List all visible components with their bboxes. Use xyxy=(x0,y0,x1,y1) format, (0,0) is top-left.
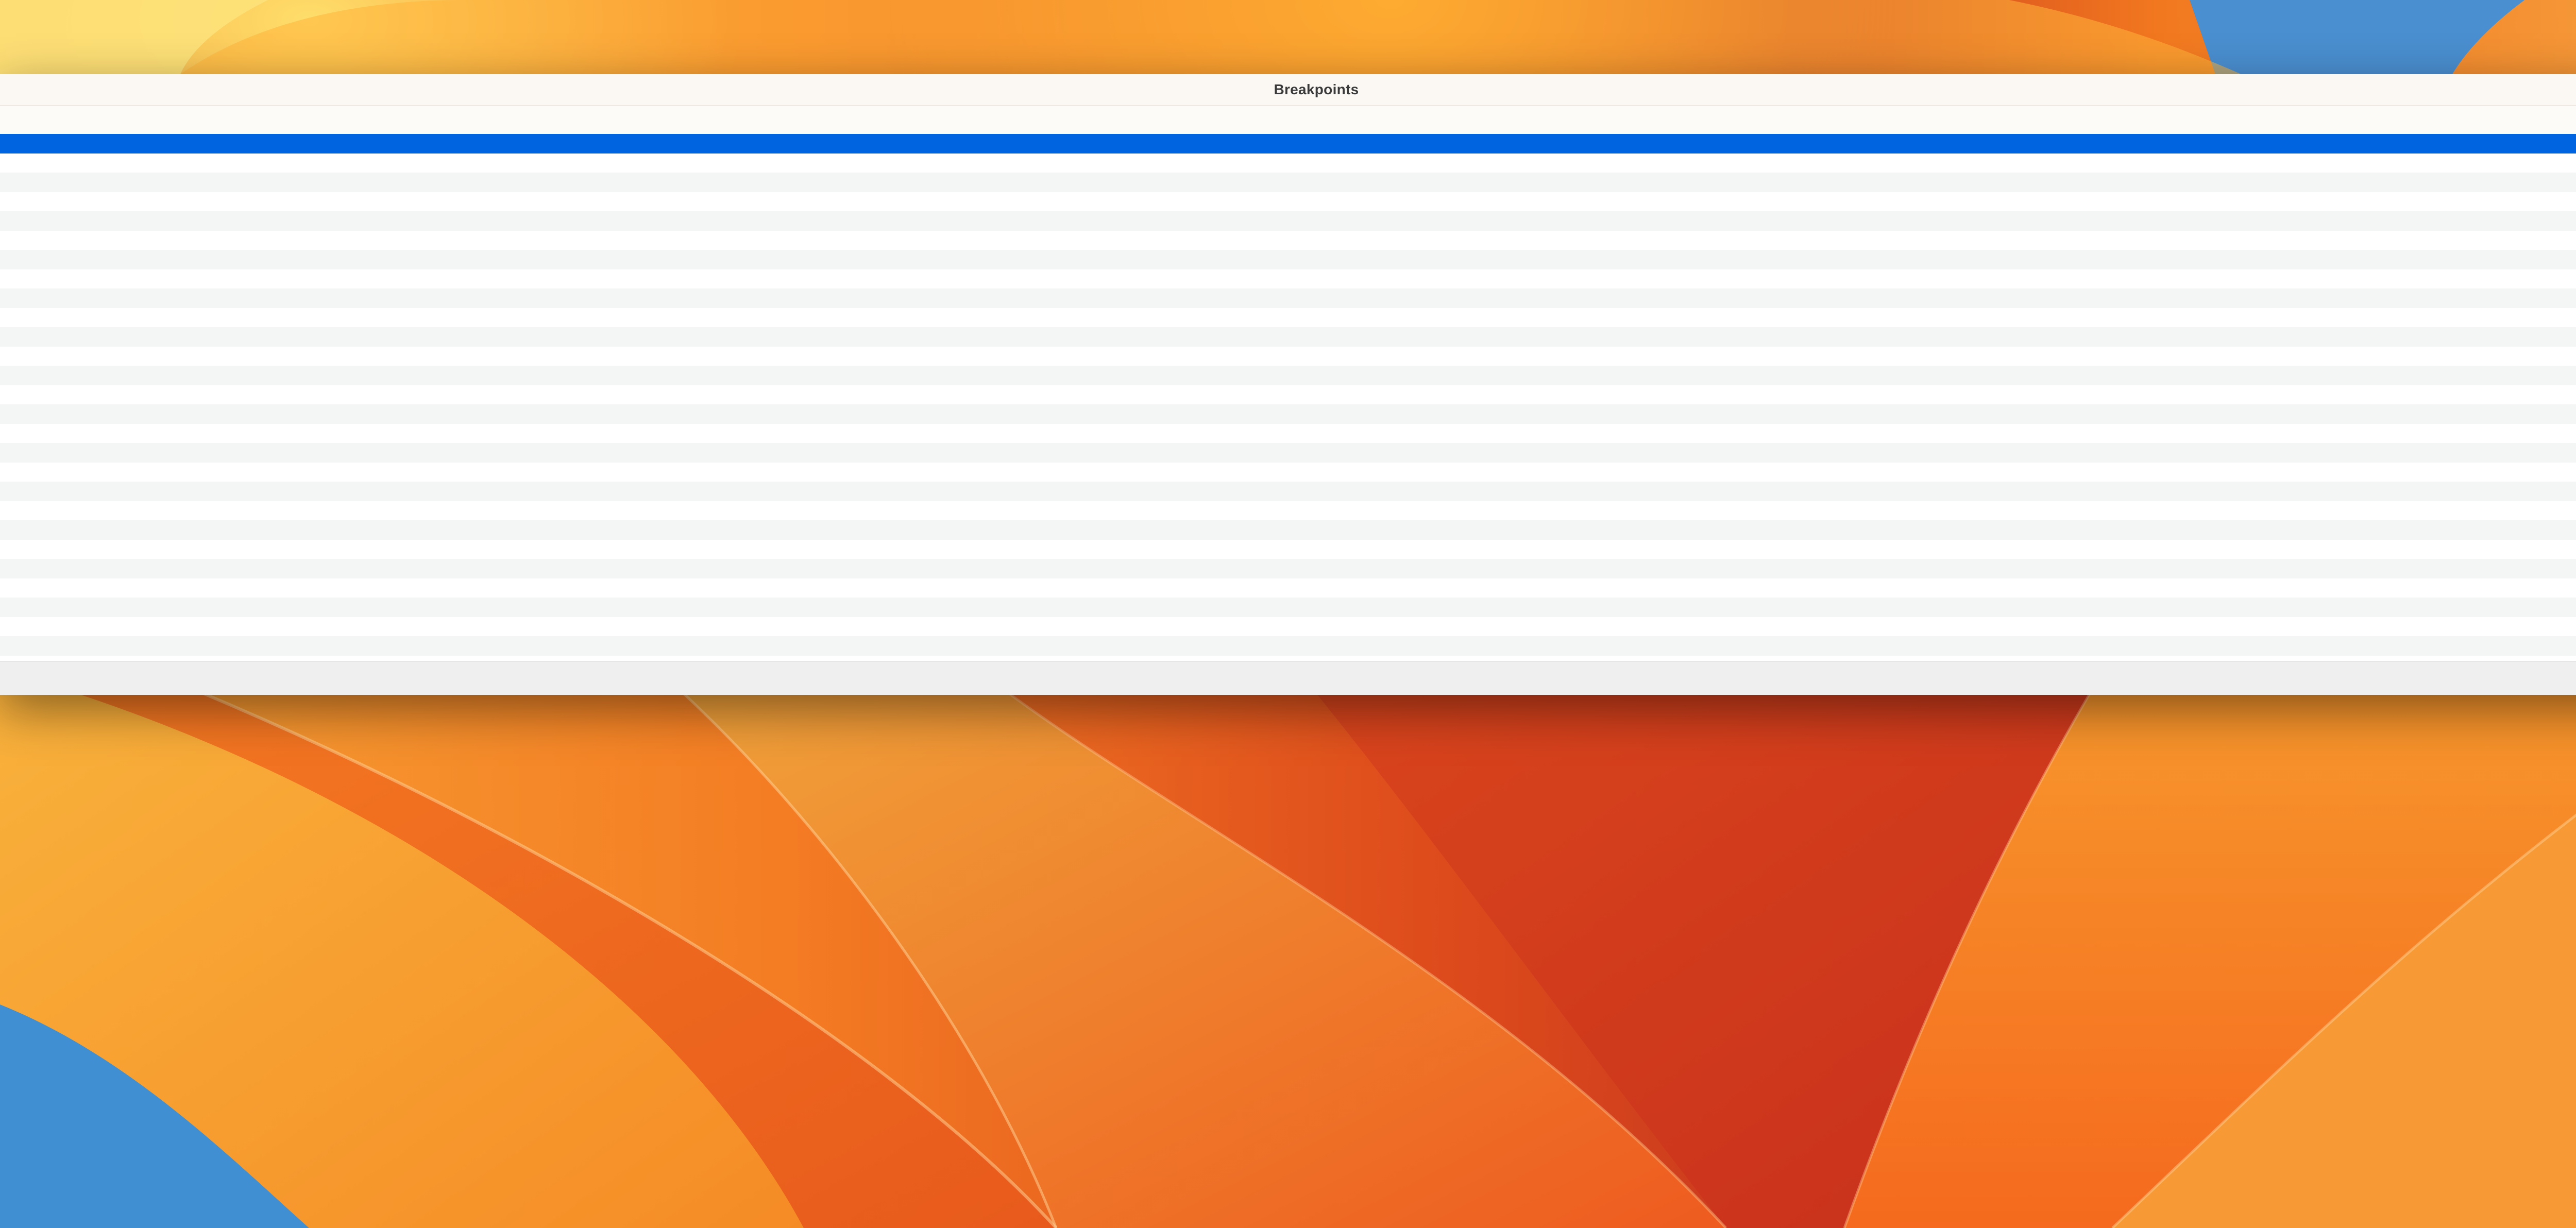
table-row[interactable] xyxy=(0,539,2576,559)
table-row[interactable] xyxy=(0,443,2576,463)
toolbar xyxy=(0,106,2576,134)
table-row[interactable] xyxy=(0,482,2576,501)
table-row[interactable] xyxy=(0,617,2576,636)
table-row[interactable] xyxy=(0,346,2576,366)
table-row[interactable] xyxy=(0,366,2576,385)
table-row[interactable] xyxy=(0,230,2576,250)
selected-table-row[interactable] xyxy=(0,134,2576,154)
table-row[interactable] xyxy=(0,520,2576,540)
table-row[interactable] xyxy=(0,423,2576,443)
table-row[interactable] xyxy=(0,559,2576,578)
table-row[interactable] xyxy=(0,250,2576,269)
table-row[interactable] xyxy=(0,308,2576,327)
table-row[interactable] xyxy=(0,578,2576,598)
status-bar xyxy=(0,661,2576,695)
table-row[interactable] xyxy=(0,598,2576,617)
table-row[interactable] xyxy=(0,269,2576,288)
breakpoints-window: Breakpoints xyxy=(0,74,2576,695)
table-row[interactable] xyxy=(0,501,2576,520)
table-row[interactable] xyxy=(0,327,2576,347)
table-row[interactable] xyxy=(0,636,2576,656)
breakpoints-list[interactable] xyxy=(0,134,2576,661)
table-row[interactable] xyxy=(0,385,2576,404)
table-row[interactable] xyxy=(0,192,2576,211)
window-title: Breakpoints xyxy=(1274,81,1359,97)
table-row[interactable] xyxy=(0,153,2576,173)
table-row[interactable] xyxy=(0,211,2576,231)
table-row[interactable] xyxy=(0,404,2576,424)
table-row[interactable] xyxy=(0,173,2576,192)
window-titlebar[interactable]: Breakpoints xyxy=(0,74,2576,106)
table-row[interactable] xyxy=(0,462,2576,482)
table-row[interactable] xyxy=(0,288,2576,308)
